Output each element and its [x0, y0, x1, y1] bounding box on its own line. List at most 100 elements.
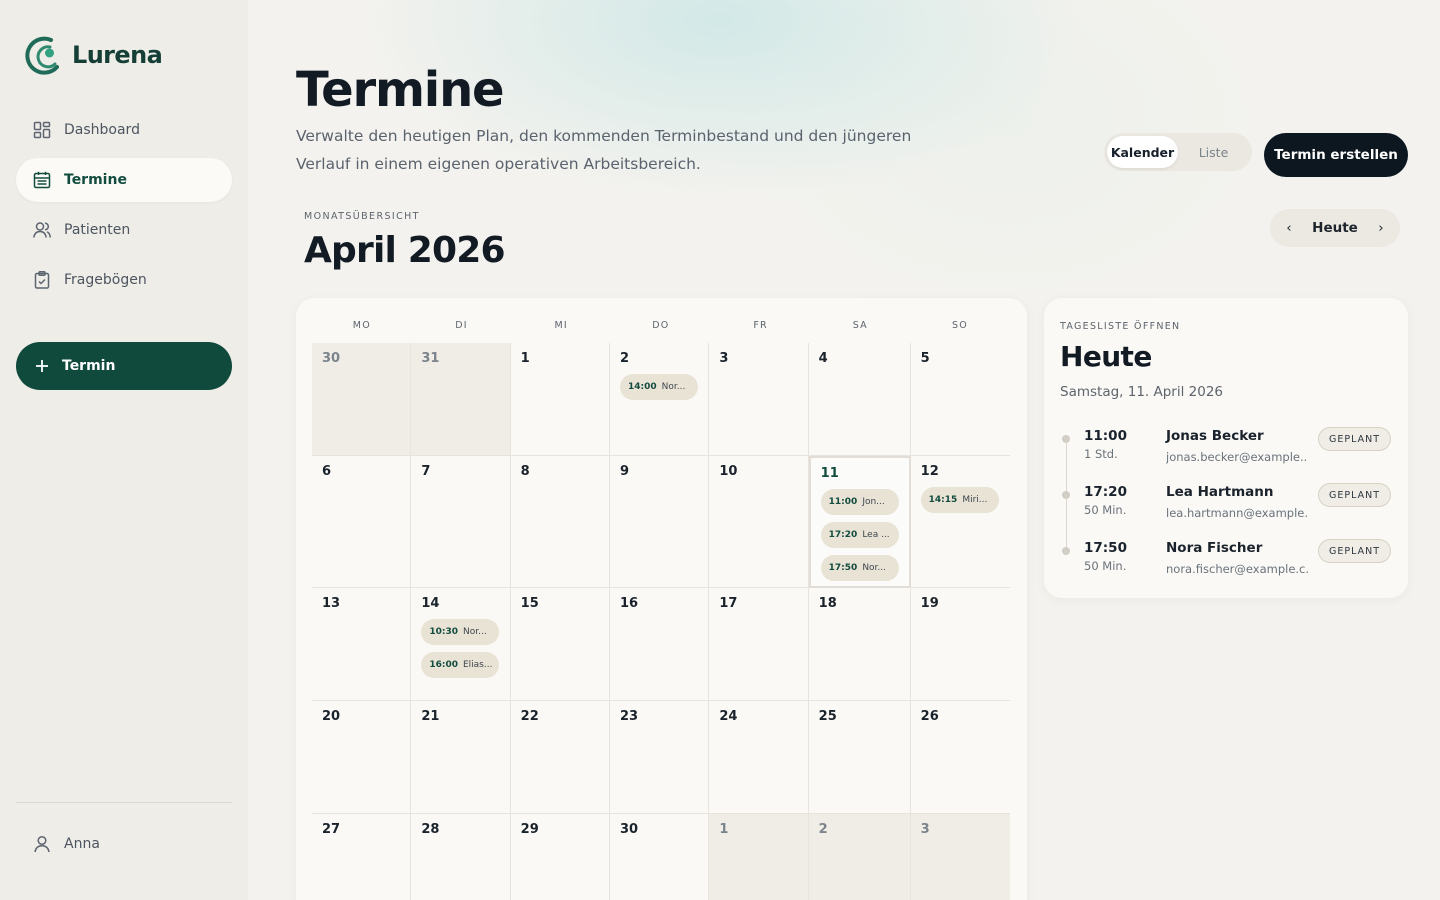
calendar-day[interactable]: 31 [411, 343, 511, 456]
calendar-day[interactable]: 26 [910, 701, 1010, 814]
calendar-day[interactable]: 20 [312, 701, 412, 814]
view-calendar-tab[interactable]: Kalender [1107, 136, 1178, 168]
event-name: Nor... [462, 627, 487, 637]
calendar-day[interactable]: 6 [312, 456, 412, 588]
weekday-header: MO DI MI DO FR SA SO [312, 320, 1010, 331]
day-number: 5 [920, 351, 930, 366]
main-content: Termine Verwalte den heutigen Plan, den … [248, 0, 1440, 900]
calendar-day[interactable]: 3 [709, 343, 809, 456]
today-button[interactable]: Heute [1312, 220, 1358, 236]
prev-month-button[interactable]: ‹ [1282, 220, 1296, 236]
event-chip[interactable]: 14:15 Miri... [920, 487, 999, 513]
create-appointment-button[interactable]: Termin erstellen [1264, 133, 1408, 177]
event-name: Nor... [661, 382, 686, 392]
calendar-day[interactable]: 4 [808, 343, 911, 456]
calendar-day[interactable]: 24 [709, 701, 809, 814]
calendar-day[interactable]: 1 [709, 814, 809, 900]
day-number: 11 [820, 466, 839, 481]
day-number: 6 [322, 464, 332, 479]
event-time: 16:00 [429, 660, 458, 670]
calendar-day[interactable]: 2 [808, 814, 911, 900]
event-chip[interactable]: 17:20 Lea ... [820, 522, 899, 548]
user-name: Anna [64, 836, 100, 852]
calendar-day[interactable]: 2 14:00 Nor... [610, 343, 710, 456]
calendar-day[interactable]: 3 [910, 814, 1010, 900]
users-icon [33, 222, 52, 238]
day-number: 19 [920, 596, 939, 611]
event-chip[interactable]: 17:50 Nor... [820, 555, 899, 581]
day-number: 1 [719, 822, 729, 837]
day-list-card: TAGESLISTE ÖFFNEN Heute Samstag, 11. Apr… [1044, 298, 1408, 598]
calendar-day[interactable]: 23 [610, 701, 710, 814]
calendar-grid: 30 31 1 2 14:00 Nor... 3 4 5 6 7 8 9 10 11 11:00 Jon... 1… [312, 343, 1010, 900]
new-appointment-label: Termin [62, 358, 116, 374]
appointment-patient: Jonas Becker [1166, 428, 1264, 444]
calendar-day[interactable]: 28 [411, 814, 511, 900]
day-number: 18 [818, 596, 837, 611]
calendar-day[interactable]: 30 [312, 343, 412, 456]
day-number: 3 [719, 351, 729, 366]
day-number: 8 [520, 464, 530, 479]
next-month-button[interactable]: › [1374, 220, 1388, 236]
view-list-tab[interactable]: Liste [1178, 136, 1249, 168]
event-chip[interactable]: 16:00 Elias... [421, 652, 500, 678]
appointment-patient: Nora Fischer [1166, 540, 1263, 556]
page-title: Termine [296, 62, 505, 118]
sidebar-item-frageboegen[interactable]: Fragebögen [16, 258, 232, 302]
calendar-day[interactable]: 18 [808, 588, 911, 701]
calendar-icon [33, 171, 51, 189]
sidebar-item-dashboard[interactable]: Dashboard [16, 108, 232, 152]
calendar-day[interactable]: 17 [709, 588, 809, 701]
weekday-label: FR [753, 320, 768, 331]
month-title: April 2026 [304, 230, 506, 271]
calendar-day[interactable]: 30 [610, 814, 710, 900]
day-list-kicker[interactable]: TAGESLISTE ÖFFNEN [1060, 321, 1180, 332]
appointment-item[interactable]: 11:00 1 Std. Jonas Becker jonas.becker@e… [1060, 427, 1400, 476]
new-appointment-button[interactable]: Termin [16, 342, 232, 390]
calendar-day[interactable]: 19 [910, 588, 1010, 701]
calendar-day[interactable]: 14 10:30 Nor... 16:00 Elias... [411, 588, 511, 701]
calendar-day[interactable]: 10 [709, 456, 809, 588]
event-chip[interactable]: 14:00 Nor... [620, 374, 698, 400]
day-number: 2 [818, 822, 828, 837]
day-number: 17 [719, 596, 738, 611]
calendar-day[interactable]: 21 [411, 701, 511, 814]
calendar-day[interactable]: 13 [312, 588, 412, 701]
user-profile[interactable]: Anna [32, 834, 100, 854]
calendar-day[interactable]: 1 [510, 343, 610, 456]
calendar-day[interactable]: 12 14:15 Miri... [910, 456, 1010, 588]
day-number: 16 [620, 596, 639, 611]
calendar-day[interactable]: 15 [510, 588, 610, 701]
day-number: 30 [620, 822, 639, 837]
status-badge: GEPLANT [1318, 539, 1391, 563]
sidebar-item-patienten[interactable]: Patienten [16, 208, 232, 252]
calendar-day-today[interactable]: 11 11:00 Jon... 17:20 Lea ... 17:50 Nor... [808, 456, 911, 588]
event-time: 10:30 [429, 627, 458, 637]
sidebar: Lurena Dashboard Termine Patienten Frage… [0, 0, 248, 900]
weekday-label: SA [852, 320, 868, 331]
appointment-item[interactable]: 17:50 50 Min. Nora Fischer nora.fischer@… [1060, 539, 1400, 588]
calendar-day[interactable]: 22 [510, 701, 610, 814]
calendar-day[interactable]: 9 [610, 456, 710, 588]
day-number: 3 [920, 822, 930, 837]
timeline-dot [1062, 491, 1070, 499]
calendar-day[interactable]: 25 [808, 701, 911, 814]
appointment-email: lea.hartmann@example... [1166, 506, 1308, 520]
logo[interactable]: Lurena [24, 34, 163, 76]
appointment-item[interactable]: 17:20 50 Min. Lea Hartmann lea.hartmann@… [1060, 483, 1400, 532]
calendar-day[interactable]: 29 [510, 814, 610, 900]
calendar-day[interactable]: 16 [610, 588, 710, 701]
day-number: 20 [322, 709, 341, 724]
calendar-day[interactable]: 7 [411, 456, 511, 588]
lurena-logo-icon [25, 36, 59, 75]
sidebar-item-termine[interactable]: Termine [16, 158, 232, 202]
sidebar-divider [16, 802, 232, 803]
calendar-day[interactable]: 27 [312, 814, 412, 900]
day-number: 30 [322, 351, 341, 366]
calendar-day[interactable]: 8 [510, 456, 610, 588]
calendar-card: MO DI MI DO FR SA SO 30 31 1 2 14:00 Nor... 3 4… [296, 298, 1027, 900]
event-chip[interactable]: 10:30 Nor... [421, 619, 500, 645]
day-number: 9 [620, 464, 630, 479]
calendar-day[interactable]: 5 [910, 343, 1010, 456]
event-chip[interactable]: 11:00 Jon... [820, 489, 899, 515]
